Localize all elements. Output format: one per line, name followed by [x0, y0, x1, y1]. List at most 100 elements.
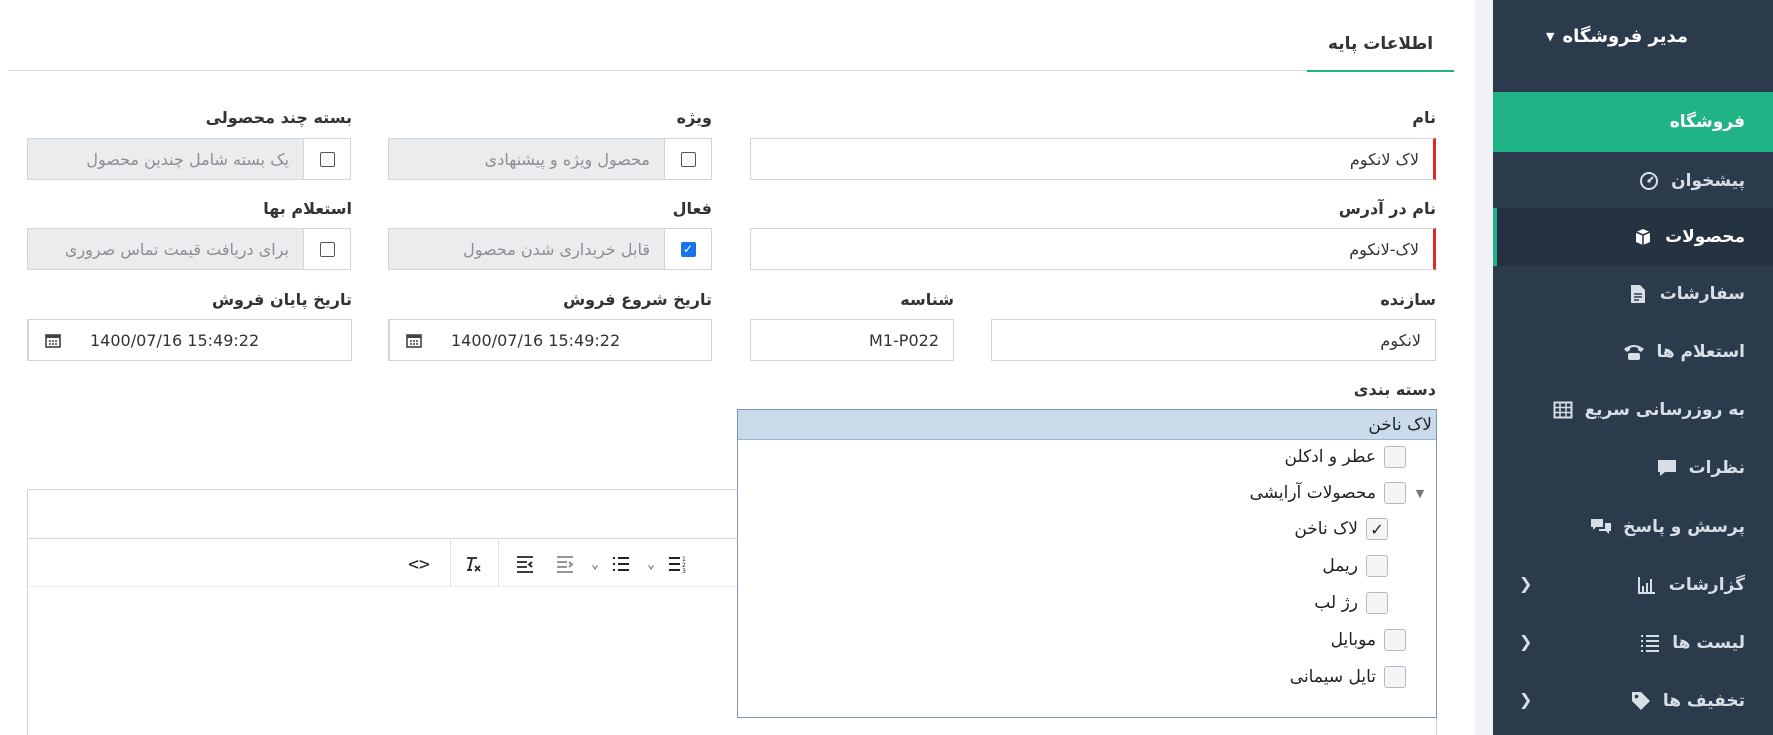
- category-label: دسته بندی: [1353, 380, 1436, 399]
- bullet-list-icon[interactable]: [608, 551, 634, 577]
- tree-node-checkbox[interactable]: ✓: [1366, 518, 1388, 540]
- sidebar: مدیر فروشگاه ▼ فروشگاه پیشخوان محصولات س…: [1493, 0, 1773, 735]
- tree-node-label: محصولات آرایشی: [1249, 483, 1376, 503]
- tab-bar-divider: [8, 70, 1454, 71]
- tree-node-label: لاک ناخن: [1294, 519, 1358, 539]
- tree-node[interactable]: ✓ لاک ناخن: [1294, 518, 1388, 540]
- bundle-checkbox-wrapper[interactable]: [303, 138, 351, 180]
- sidebar-item-discounts[interactable]: تخفیف ها ❮: [1493, 672, 1773, 730]
- document-icon: [1626, 282, 1650, 306]
- sidebar-item-comments[interactable]: نظرات: [1493, 439, 1773, 497]
- sidebar-item-label: تخفیف ها: [1662, 691, 1745, 711]
- tree-node[interactable]: تایل سیمانی: [1290, 666, 1406, 688]
- active-label: فعال: [672, 199, 712, 218]
- expand-triangle-icon[interactable]: ▼: [1414, 487, 1426, 500]
- tree-node-checkbox[interactable]: [1384, 629, 1406, 651]
- dashboard-icon: [1637, 169, 1661, 193]
- tree-node-label: موبایل: [1330, 630, 1376, 650]
- tree-node-label: ریمل: [1322, 556, 1358, 576]
- calendar-icon[interactable]: [28, 320, 76, 360]
- bundle-checkbox[interactable]: [319, 151, 335, 167]
- chevron-down-icon[interactable]: ⌄: [582, 551, 608, 577]
- source-code-icon[interactable]: <>: [406, 551, 432, 577]
- sale-start-label: تاریخ شروع فروش: [563, 290, 712, 309]
- sku-label: شناسه: [900, 290, 954, 309]
- inquiry-checkbox[interactable]: [319, 241, 335, 257]
- name-label: نام: [1412, 108, 1436, 127]
- sidebar-item-lists[interactable]: لیست ها ❮: [1493, 614, 1773, 672]
- tree-node[interactable]: رژ لب: [1314, 592, 1388, 614]
- tree-node[interactable]: عطر و ادکلن: [1285, 446, 1406, 468]
- category-tree-dropdown[interactable]: لاک ناخن عطر و ادکلن ▼ محصولات آرایشی ✓ …: [737, 409, 1437, 718]
- slug-label: نام در آدرس: [1338, 199, 1436, 218]
- sidebar-item-inquiries[interactable]: استعلام ها: [1493, 323, 1773, 381]
- tree-node-label: تایل سیمانی: [1289, 667, 1376, 687]
- sale-end-date-picker[interactable]: 1400/07/16 15:49:22: [27, 319, 352, 361]
- tag-icon: [1629, 689, 1653, 713]
- active-checkbox-wrapper[interactable]: [664, 228, 712, 270]
- manufacturer-input[interactable]: لانکوم: [991, 319, 1436, 361]
- inquiry-field: برای دریافت قیمت تماس صروری: [27, 228, 304, 270]
- tab-basic-info[interactable]: اطلاعات پایه: [1307, 28, 1454, 72]
- sidebar-item-label: فروشگاه: [1669, 112, 1745, 132]
- active-field: قابل خریداری شدن محصول: [388, 228, 665, 270]
- sidebar-item-label: پیشخوان: [1671, 171, 1745, 191]
- chart-icon: [1635, 573, 1659, 597]
- chevron-down-icon[interactable]: ⌄: [638, 551, 664, 577]
- sidebar-user-menu[interactable]: مدیر فروشگاه ▼: [1546, 26, 1688, 47]
- sidebar-item-products[interactable]: محصولات: [1493, 208, 1773, 266]
- active-checkbox[interactable]: [680, 241, 696, 257]
- tree-node[interactable]: ▼ محصولات آرایشی: [1250, 482, 1426, 504]
- manufacturer-label: سازنده: [1380, 290, 1436, 309]
- special-checkbox-wrapper[interactable]: [664, 138, 712, 180]
- sku-value: M1-P022: [869, 330, 939, 350]
- inquiry-label: استعلام بها: [263, 199, 352, 218]
- sale-start-value: 1400/07/16 15:49:22: [451, 330, 621, 350]
- sidebar-item-qa[interactable]: پرسش و پاسخ: [1493, 498, 1773, 556]
- chevron-left-icon: ❮: [1519, 690, 1533, 709]
- bundle-field: یک بسته شامل چندین محصول: [27, 138, 304, 180]
- name-input[interactable]: لاک لانکوم: [750, 138, 1436, 180]
- sidebar-item-label: پرسش و پاسخ: [1623, 517, 1745, 537]
- tree-node[interactable]: موبایل: [1331, 629, 1406, 651]
- svg-text:3: 3: [682, 568, 686, 573]
- tree-node-label: عطر و ادکلن: [1284, 447, 1376, 467]
- inquiry-checkbox-wrapper[interactable]: [303, 228, 351, 270]
- bundle-label: بسته چند محصولی: [205, 108, 352, 127]
- sidebar-item-reports[interactable]: گزارشات ❮: [1493, 556, 1773, 614]
- list-icon: [1638, 631, 1662, 655]
- clear-format-icon[interactable]: [460, 551, 486, 577]
- tree-node-checkbox[interactable]: [1366, 555, 1388, 577]
- box-icon: [1631, 225, 1655, 249]
- sidebar-item-label: گزارشات: [1668, 575, 1745, 595]
- page-gutter: [1475, 0, 1493, 735]
- toolbar-separator: [498, 539, 499, 587]
- calendar-icon[interactable]: [389, 320, 437, 360]
- sidebar-item-label: نظرات: [1688, 458, 1745, 478]
- tree-node-checkbox[interactable]: [1384, 446, 1406, 468]
- phone-icon: [1622, 340, 1646, 364]
- special-checkbox[interactable]: [680, 151, 696, 167]
- category-selected[interactable]: لاک ناخن: [738, 410, 1436, 440]
- sidebar-item-quick-update[interactable]: به روزرسانی سریع: [1493, 381, 1773, 439]
- table-icon: [1551, 398, 1575, 422]
- align-left-icon[interactable]: [552, 551, 578, 577]
- sale-start-date-picker[interactable]: 1400/07/16 15:49:22: [388, 319, 712, 361]
- sidebar-item-store[interactable]: فروشگاه: [1493, 92, 1773, 152]
- sidebar-header-label: مدیر فروشگاه: [1562, 26, 1689, 47]
- sku-input[interactable]: M1-P022: [750, 319, 954, 361]
- numbered-list-icon[interactable]: 123: [664, 551, 690, 577]
- tree-node[interactable]: ریمل: [1322, 555, 1388, 577]
- tree-node-checkbox[interactable]: [1384, 482, 1406, 504]
- sale-end-label: تاریخ پایان فروش: [211, 290, 352, 309]
- sidebar-item-label: به روزرسانی سریع: [1584, 400, 1745, 420]
- slug-input[interactable]: لاک-لانکوم: [750, 228, 1436, 270]
- tree-node-checkbox[interactable]: [1366, 592, 1388, 614]
- toolbar-separator: [450, 539, 451, 587]
- chevron-left-icon: ❮: [1519, 632, 1533, 651]
- sidebar-item-dashboard[interactable]: پیشخوان: [1493, 152, 1773, 210]
- tree-node-checkbox[interactable]: [1384, 666, 1406, 688]
- align-right-icon[interactable]: [512, 551, 538, 577]
- sidebar-item-orders[interactable]: سفارشات: [1493, 265, 1773, 323]
- sidebar-item-label: محصولات: [1665, 227, 1745, 247]
